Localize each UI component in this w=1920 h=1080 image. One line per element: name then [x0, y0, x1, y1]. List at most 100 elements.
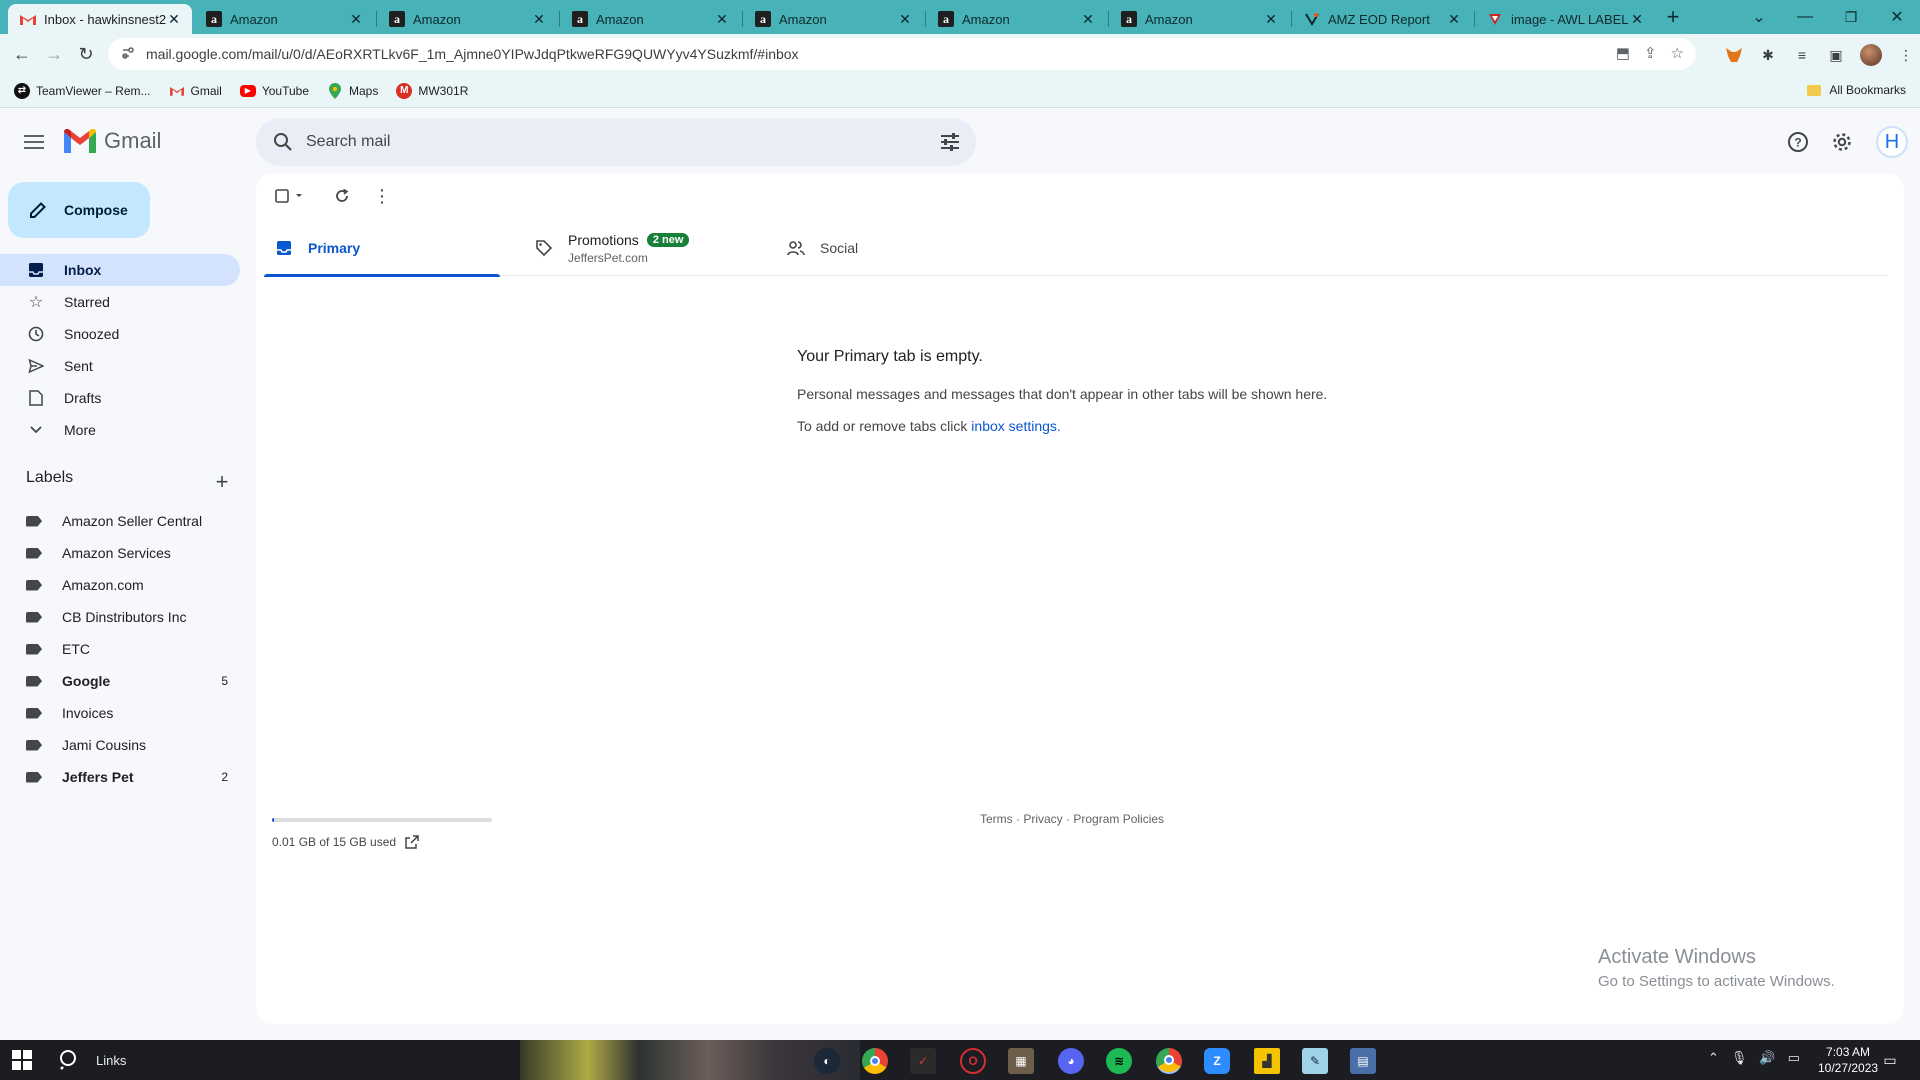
site-info-icon[interactable]	[122, 46, 136, 62]
opera-icon[interactable]: O	[960, 1048, 986, 1074]
tray-chevron-up-icon[interactable]: ⌃	[1708, 1050, 1719, 1066]
tab-primary[interactable]: Primary	[264, 220, 500, 277]
browser-tab-amz-eod-report[interactable]: AMZ EOD Report ✕	[1292, 4, 1472, 34]
browser-tab-amazon[interactable]: a Amazon ✕	[377, 4, 557, 34]
search-bar[interactable]	[256, 118, 976, 166]
privacy-link[interactable]: Privacy	[1023, 812, 1062, 826]
close-icon[interactable]: ✕	[1629, 11, 1645, 27]
label-item[interactable]: Amazon Seller Central	[0, 505, 240, 537]
browser-tab-gmail[interactable]: Inbox - hawkinsnest2 ✕	[8, 4, 192, 34]
bookmark-mw301r[interactable]: M MW301R	[396, 82, 468, 99]
taskbar-clock[interactable]: 7:03 AM 10/27/2023	[1818, 1044, 1878, 1076]
bookmark-gmail[interactable]: Gmail	[169, 83, 222, 99]
chrome-active-icon[interactable]	[1156, 1048, 1182, 1074]
close-icon[interactable]: ✕	[897, 11, 913, 27]
nav-item-drafts[interactable]: Drafts	[0, 382, 240, 414]
close-icon[interactable]: ✕	[531, 11, 547, 27]
forward-arrow-icon[interactable]: →	[40, 40, 68, 68]
microphone-icon[interactable]: 🎙	[1731, 1050, 1748, 1066]
help-icon[interactable]: ?	[1780, 124, 1816, 160]
extensions-puzzle-icon[interactable]: ✱	[1758, 45, 1778, 65]
chrome-icon[interactable]	[862, 1048, 888, 1074]
close-icon[interactable]: ✕	[1263, 11, 1279, 27]
more-vert-icon[interactable]: ⋮	[1896, 45, 1916, 65]
label-item[interactable]: Jami Cousins	[0, 729, 240, 761]
steam-icon[interactable]: ◐	[814, 1048, 840, 1074]
side-panel-icon[interactable]: ▣	[1826, 45, 1846, 65]
nav-item-sent[interactable]: Sent	[0, 350, 240, 382]
close-icon[interactable]: ✕	[166, 11, 182, 27]
minimize-button[interactable]: —	[1790, 4, 1820, 30]
browser-tab-amazon[interactable]: a Amazon ✕	[1109, 4, 1289, 34]
window-close-button[interactable]: ✕	[1882, 4, 1912, 30]
address-bar[interactable]: mail.google.com/mail/u/0/d/AEoRXRTLkv6F_…	[108, 38, 1696, 70]
install-app-icon[interactable]: ⬒	[1616, 44, 1630, 62]
close-icon[interactable]: ✕	[1446, 11, 1462, 27]
browser-profile-avatar[interactable]	[1860, 44, 1882, 66]
restore-button[interactable]: ❐	[1836, 4, 1866, 30]
program-policies-link[interactable]: Program Policies	[1073, 812, 1164, 826]
close-icon[interactable]: ✕	[1080, 11, 1096, 27]
label-item[interactable]: ETC	[0, 633, 240, 665]
reload-icon[interactable]: ↻	[72, 40, 100, 68]
label-item[interactable]: CB Dinstributors Inc	[0, 601, 240, 633]
select-checkbox-dropdown[interactable]	[272, 184, 312, 208]
metamask-fox-icon[interactable]	[1724, 45, 1744, 65]
bookmark-teamviewer[interactable]: ⇄ TeamViewer – Rem...	[14, 82, 151, 99]
label-item[interactable]: Amazon Services	[0, 537, 240, 569]
network-icon[interactable]: ▭	[1788, 1050, 1800, 1066]
media-control-icon[interactable]: ≡	[1792, 45, 1812, 65]
search-input[interactable]	[306, 133, 906, 151]
browser-tab-awl-label[interactable]: image - AWL LABEL ✕	[1475, 4, 1655, 34]
tab-social[interactable]: Social	[776, 220, 1012, 276]
bookmark-youtube[interactable]: ▶ YouTube	[239, 84, 309, 98]
nav-item-starred[interactable]: ☆ Starred	[0, 286, 240, 318]
notification-icon[interactable]: ▭	[1880, 1050, 1900, 1070]
spotify-icon[interactable]: ≋	[1106, 1048, 1132, 1074]
terms-link[interactable]: Terms	[980, 812, 1013, 826]
compose-button[interactable]: Compose	[8, 182, 150, 238]
bookmark-star-icon[interactable]: ☆	[1671, 44, 1684, 62]
browser-tab-amazon[interactable]: a Amazon ✕	[743, 4, 923, 34]
label-item[interactable]: Invoices	[0, 697, 240, 729]
zoom-icon[interactable]: Z	[1204, 1048, 1230, 1074]
search-icon[interactable]	[270, 129, 296, 155]
close-icon[interactable]: ✕	[348, 11, 364, 27]
gmail-logo[interactable]: Gmail	[64, 128, 161, 154]
label-item[interactable]: Google 5	[0, 665, 240, 697]
close-icon[interactable]: ✕	[714, 11, 730, 27]
all-bookmarks-button[interactable]: All Bookmarks	[1807, 83, 1906, 97]
discord-icon[interactable]: ◕	[1058, 1048, 1084, 1074]
open-external-icon[interactable]	[404, 834, 420, 850]
share-icon[interactable]: ⇪	[1644, 44, 1657, 62]
settings-gear-icon[interactable]	[1824, 124, 1860, 160]
main-menu-icon[interactable]	[22, 130, 46, 154]
volume-icon[interactable]: 🔊	[1759, 1050, 1775, 1066]
new-tab-button[interactable]: +	[1658, 4, 1688, 30]
bookmark-maps[interactable]: Maps	[327, 82, 378, 99]
label-item[interactable]: Amazon.com	[0, 569, 240, 601]
browser-tab-amazon[interactable]: a Amazon ✕	[926, 4, 1106, 34]
account-avatar[interactable]: H	[1876, 126, 1908, 158]
sticky-notes-icon[interactable]: ▟	[1254, 1048, 1280, 1074]
refresh-icon[interactable]	[330, 184, 354, 208]
app-icon[interactable]: ✓	[910, 1048, 936, 1074]
add-label-button[interactable]: +	[210, 469, 234, 494]
search-options-icon[interactable]	[938, 130, 962, 154]
label-item[interactable]: Jeffers Pet 2	[0, 761, 240, 793]
tab-search-chevron-icon[interactable]: ⌄	[1744, 4, 1774, 30]
browser-tab-amazon[interactable]: a Amazon ✕	[560, 4, 740, 34]
nav-item-inbox[interactable]: Inbox	[0, 254, 240, 286]
windows-start-icon[interactable]	[12, 1050, 32, 1070]
nav-item-snoozed[interactable]: Snoozed	[0, 318, 240, 350]
nav-item-more[interactable]: More	[0, 414, 240, 446]
more-vert-icon[interactable]: ⋮	[370, 184, 394, 208]
back-arrow-icon[interactable]: ←	[8, 40, 36, 68]
inbox-settings-link[interactable]: inbox settings	[971, 418, 1057, 434]
photo-app-icon[interactable]: ▦	[1008, 1048, 1034, 1074]
calculator-icon[interactable]: ▤	[1350, 1048, 1376, 1074]
taskbar-search[interactable]: Links	[58, 1048, 126, 1072]
tab-promotions[interactable]: Promotions 2 new JeffersPet.com	[524, 220, 760, 276]
browser-tab-amazon[interactable]: a Amazon ✕	[194, 4, 374, 34]
notepad-icon[interactable]: ✎	[1302, 1048, 1328, 1074]
